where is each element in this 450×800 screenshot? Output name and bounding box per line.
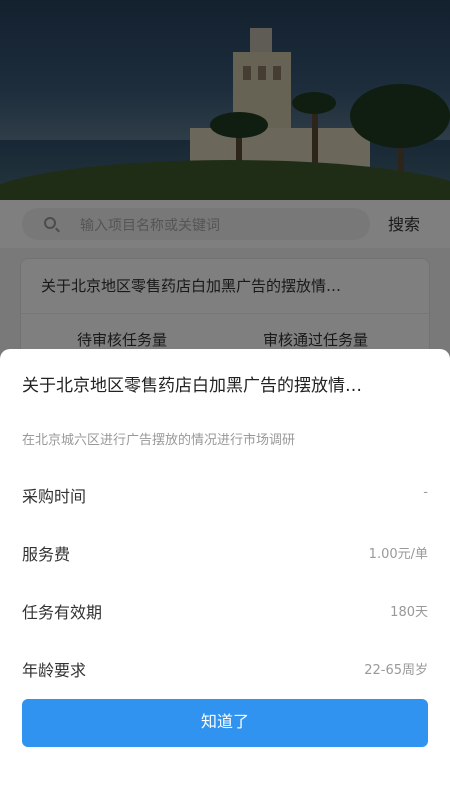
row-value: 180天 — [390, 605, 428, 620]
confirm-button-label: 知道了 — [200, 714, 249, 731]
row-service-fee: 服务费 1.00元/单 — [22, 541, 428, 565]
row-value: 22-65周岁 — [364, 663, 428, 678]
sheet-description: 在北京城六区进行广告摆放的情况进行市场调研 — [22, 433, 296, 448]
confirm-button[interactable]: 知道了 — [22, 699, 428, 747]
row-value: - — [423, 485, 428, 500]
row-age-requirement: 年龄要求 22-65周岁 — [22, 657, 428, 681]
row-label: 采购时间 — [22, 487, 87, 506]
row-purchase-time: 采购时间 - — [22, 483, 428, 507]
row-label: 服务费 — [22, 545, 71, 564]
row-label: 年龄要求 — [22, 661, 87, 680]
project-detail-sheet: 关于北京地区零售药店白加黑广告的摆放情… 在北京城六区进行广告摆放的情况进行市场… — [0, 349, 450, 800]
row-task-validity: 任务有效期 180天 — [22, 599, 428, 623]
row-label: 任务有效期 — [22, 603, 103, 622]
row-value: 1.00元/单 — [368, 547, 428, 562]
sheet-title: 关于北京地区零售药店白加黑广告的摆放情… — [22, 376, 362, 396]
